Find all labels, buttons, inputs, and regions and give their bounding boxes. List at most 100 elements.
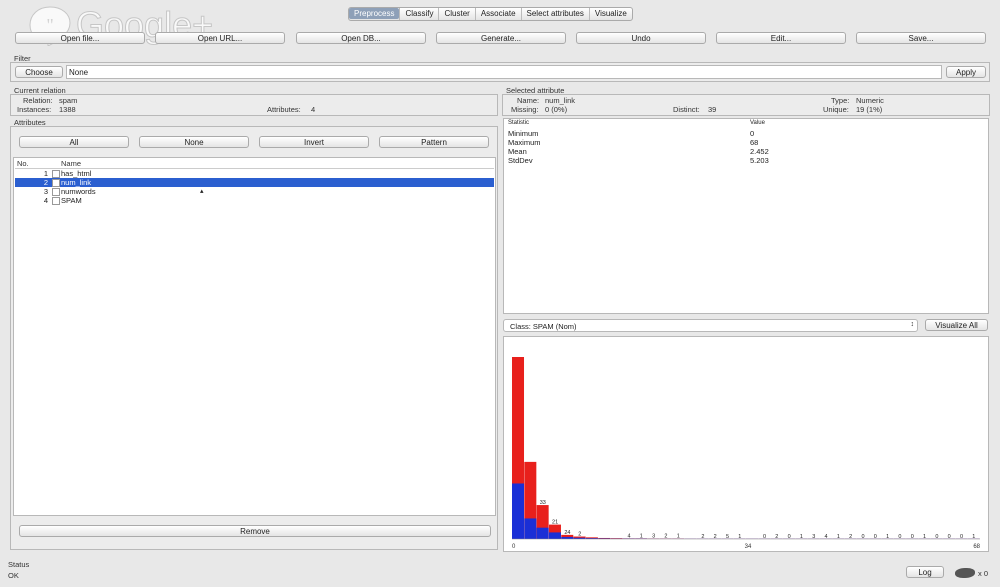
selected-attribute-panel: Name: num_link Type: Numeric Missing: 0 … — [502, 94, 990, 116]
main-tabs: Preprocess Classify Cluster Associate Se… — [348, 7, 633, 21]
status-text: OK — [8, 571, 19, 580]
stat-name: Mean — [508, 147, 527, 156]
attr-missing-label: Missing: — [511, 105, 539, 114]
visualize-all-button[interactable]: Visualize All — [925, 319, 988, 331]
apply-button[interactable]: Apply — [946, 66, 986, 78]
attribute-no: 1 — [43, 169, 48, 178]
none-button[interactable]: None — [139, 136, 249, 148]
undo-button[interactable]: Undo — [576, 32, 706, 44]
statistics-table: Statistic Value Minimum 0 Maximum 68 Mea… — [503, 118, 989, 314]
tab-associate[interactable]: Associate — [476, 8, 521, 19]
stat-row: StdDev 5.203 — [508, 156, 984, 165]
attributes-count-value: 4 — [311, 105, 316, 114]
class-select[interactable]: Class: SPAM (Nom) ↕ — [503, 319, 918, 332]
attr-name-label: Name: — [517, 96, 540, 105]
attr-missing-value: 0 (0%) — [545, 105, 568, 114]
attr-type-label: Type: — [831, 96, 850, 105]
mouse-cursor-icon: ▴ — [200, 188, 204, 195]
histogram-bar-label: 4 — [627, 533, 630, 539]
open-url-button[interactable]: Open URL... — [155, 32, 285, 44]
attr-unique-label: Unique: — [823, 105, 849, 114]
log-button[interactable]: Log — [906, 566, 944, 578]
histogram-bar-label: 1 — [640, 533, 643, 539]
histogram-area: 33 21 24 2 4 1 3 2 1 2 2 5 1 0 2 0 1 3 4 1 2 0 0 1 0 0 1 0 0 0 1 0 34 68 — [503, 336, 989, 552]
attributes-count-label: Attributes: — [267, 105, 301, 114]
histogram-bar-label: 24 — [564, 530, 570, 536]
histogram-tick-label: 34 — [745, 544, 752, 550]
attribute-name: SPAM — [61, 196, 82, 205]
choose-button[interactable]: Choose — [15, 66, 63, 78]
edit-button[interactable]: Edit... — [716, 32, 846, 44]
stat-row: Minimum 0 — [508, 129, 984, 138]
all-button[interactable]: All — [19, 136, 129, 148]
stat-name: Maximum — [508, 138, 541, 147]
histogram-bar-blue — [524, 518, 537, 539]
histogram-bar-blue — [512, 483, 525, 539]
col-no-header: No. — [17, 159, 29, 168]
status-section-label: Status — [8, 560, 30, 569]
stat-value: 5.203 — [750, 156, 769, 165]
stat-row: Maximum 68 — [508, 138, 984, 147]
histogram-bar-blue — [561, 536, 574, 539]
tab-cluster[interactable]: Cluster — [439, 8, 474, 19]
tab-visualize[interactable]: Visualize — [590, 8, 632, 19]
col-name-header: Name — [61, 159, 82, 168]
invert-button[interactable]: Invert — [259, 136, 369, 148]
stat-value: 2.452 — [750, 147, 769, 156]
save-button[interactable]: Save... — [856, 32, 986, 44]
attr-unique-value: 19 (1%) — [856, 105, 883, 114]
relation-value: spam — [59, 96, 78, 105]
stat-value: 0 — [750, 129, 755, 138]
statistics-header: Statistic Value — [508, 120, 984, 129]
attribute-name: has_html — [61, 169, 92, 178]
remove-button[interactable]: Remove — [19, 525, 491, 537]
histogram-bar-blue — [548, 532, 561, 539]
attribute-row[interactable]: 3 numwords — [15, 187, 494, 196]
stat-row: Mean 2.452 — [508, 147, 984, 156]
histogram-tick-label: 0 — [512, 544, 516, 550]
tab-preprocess[interactable]: Preprocess — [349, 8, 400, 19]
filter-value: None — [69, 68, 89, 77]
histogram-bar-label: 1 — [677, 534, 680, 540]
tab-select-attributes[interactable]: Select attributes — [522, 8, 589, 19]
attr-distinct-value: 39 — [708, 105, 717, 114]
histogram-bar-label: 3 — [652, 534, 655, 540]
class-select-value: Class: SPAM (Nom) — [510, 322, 577, 331]
attribute-row-selected[interactable]: 2 num_link — [15, 178, 494, 187]
tab-classify[interactable]: Classify — [400, 8, 438, 19]
relation-label: Relation: — [23, 96, 53, 105]
pattern-button[interactable]: Pattern — [379, 136, 489, 148]
histogram-bar-label: 33 — [540, 500, 546, 506]
open-file-button[interactable]: Open file... — [15, 32, 145, 44]
attribute-checkbox[interactable] — [52, 197, 60, 205]
attributes-header: No. Name — [15, 159, 494, 169]
attribute-name: numwords — [61, 187, 96, 196]
histogram-chart: 332124 2 4 1 3 2 1 2 2 5 1 0 2 0 1 3 4 1 2 0 0 1 0 0 1 0 0 0 10 34 68 — [512, 357, 981, 550]
statistic-col-header: Statistic — [508, 120, 530, 126]
histogram-bar-blue — [536, 527, 549, 539]
current-relation-panel: Relation: spam Instances: 1388 Attribute… — [10, 94, 498, 116]
filter-field[interactable]: None — [66, 65, 942, 79]
attribute-row[interactable]: 1 has_html — [15, 169, 494, 178]
attr-name-value: num_link — [545, 96, 576, 105]
histogram-bar-label: 21 — [552, 520, 558, 526]
stat-name: StdDev — [508, 156, 533, 165]
chevron-updown-icon: ↕ — [910, 321, 915, 328]
open-db-button[interactable]: Open DB... — [296, 32, 426, 44]
generate-button[interactable]: Generate... — [436, 32, 566, 44]
weka-bird-icon — [955, 568, 975, 578]
attribute-no: 4 — [43, 196, 48, 205]
attribute-checkbox[interactable] — [52, 179, 60, 187]
instances-label: Instances: — [17, 105, 52, 114]
stat-name: Minimum — [508, 129, 539, 138]
attribute-checkbox[interactable] — [52, 188, 60, 196]
stat-value: 68 — [750, 138, 759, 147]
histogram-bar-label: 2 — [578, 532, 581, 538]
task-count: x 0 — [978, 569, 989, 578]
value-col-header: Value — [750, 120, 765, 126]
attribute-checkbox[interactable] — [52, 170, 60, 178]
attr-distinct-label: Distinct: — [673, 105, 700, 114]
attributes-list: No. Name 1 has_html 2 num_link 3 numword… — [13, 157, 496, 516]
attribute-row[interactable]: 4 SPAM — [15, 196, 494, 205]
instances-value: 1388 — [59, 105, 76, 114]
